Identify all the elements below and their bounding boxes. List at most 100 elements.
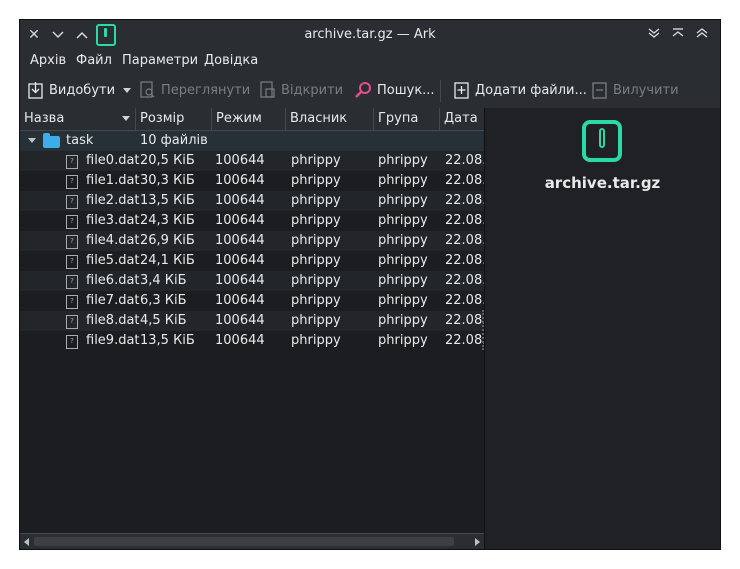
file-name: file5.dat (86, 253, 140, 268)
file-date: 22.08.2 (445, 213, 484, 228)
window-title: archive.tar.gz — Ark (304, 27, 436, 42)
preview-icon (140, 81, 156, 99)
file-size: 20,5 КіБ (140, 153, 195, 168)
file-owner: phrippy (291, 293, 341, 308)
file-date: 22.08.2 (445, 293, 484, 308)
remove-button[interactable]: Вилучити (592, 78, 679, 102)
scroll-left-icon[interactable] (24, 538, 29, 546)
column-date[interactable]: Дата (440, 108, 484, 130)
scroll-right-icon[interactable] (475, 538, 480, 546)
column-owner[interactable]: Власник (286, 108, 374, 130)
table-row[interactable]: ? file2.dat 13,5 КіБ 100644 phrippy phri… (20, 191, 484, 211)
table-row[interactable]: ? file3.dat 24,3 КіБ 100644 phrippy phri… (20, 211, 484, 231)
file-size: 4,5 КіБ (140, 313, 187, 328)
column-mode-label: Режим (216, 111, 262, 126)
file-name: file8.dat (86, 313, 140, 328)
file-icon: ? (66, 255, 78, 269)
extract-button[interactable]: Видобути (28, 78, 115, 102)
file-owner: phrippy (291, 333, 341, 348)
file-owner: phrippy (291, 193, 341, 208)
shade-icon[interactable] (692, 25, 712, 45)
column-date-label: Дата (444, 111, 478, 126)
add-files-button[interactable]: Додати файли... (454, 78, 587, 102)
open-button[interactable]: Відкрити (260, 78, 343, 102)
file-name: file0.dat (86, 153, 140, 168)
table-row[interactable]: ? file5.dat 24,1 КіБ 100644 phrippy phri… (20, 251, 484, 271)
file-icon: ? (66, 215, 78, 229)
file-icon: ? (66, 155, 78, 169)
file-group: phrippy (378, 173, 428, 188)
title-bar: archive.tar.gz — Ark ✕ (20, 20, 720, 50)
file-size: 13,5 КіБ (140, 333, 195, 348)
column-mode[interactable]: Режим (212, 108, 286, 130)
column-name[interactable]: Назва (20, 108, 136, 130)
file-name: file2.dat (86, 193, 140, 208)
preview-button[interactable]: Переглянути (140, 78, 250, 102)
file-date: 22.08.2 (445, 333, 484, 348)
file-name: file3.dat (86, 213, 140, 228)
add-file-icon (454, 81, 470, 99)
menu-file[interactable]: Файл (76, 53, 112, 68)
file-owner: phrippy (291, 213, 341, 228)
column-header: Назва Розмір Режим Власник Група Дата (20, 108, 484, 131)
table-row[interactable]: ? file6.dat 3,4 КіБ 100644 phrippy phrip… (20, 271, 484, 291)
minimize-icon[interactable] (48, 25, 68, 45)
maximize-icon[interactable] (72, 25, 92, 45)
file-owner: phrippy (291, 233, 341, 248)
file-name: file9.dat (86, 333, 140, 348)
archive-icon (582, 120, 622, 162)
toolbar: Видобути Переглянути Відкрити Пошук... Д… (20, 72, 720, 109)
file-group: phrippy (378, 333, 428, 348)
keep-below-icon[interactable] (644, 25, 664, 45)
file-icon: ? (66, 235, 78, 249)
keep-above-icon[interactable] (668, 25, 688, 45)
file-icon: ? (66, 335, 78, 349)
table-row[interactable]: ? file1.dat 30,3 КіБ 100644 phrippy phri… (20, 171, 484, 191)
file-name: file4.dat (86, 233, 140, 248)
open-label: Відкрити (281, 82, 344, 98)
find-button[interactable]: Пошук... (354, 78, 435, 102)
menu-settings[interactable]: Параметри (122, 53, 198, 68)
file-size: 6,3 КіБ (140, 293, 187, 308)
file-name: file6.dat (86, 273, 140, 288)
file-date: 22.08.2 (445, 153, 484, 168)
preview-label: Переглянути (161, 82, 251, 98)
file-group: phrippy (378, 153, 428, 168)
file-mode: 100644 (215, 153, 265, 168)
file-name: file1.dat (86, 173, 140, 188)
table-row[interactable]: ? file0.dat 20,5 КіБ 100644 phrippy phri… (20, 151, 484, 171)
file-owner: phrippy (291, 173, 341, 188)
table-row[interactable]: ? file4.dat 26,9 КіБ 100644 phrippy phri… (20, 231, 484, 251)
file-mode: 100644 (215, 333, 265, 348)
folder-name: task (66, 133, 94, 148)
file-mode: 100644 (215, 253, 265, 268)
scrollbar-thumb[interactable] (34, 537, 454, 546)
file-date: 22.08.2 (445, 193, 484, 208)
file-icon: ? (66, 295, 78, 309)
collapse-arrow-icon[interactable] (28, 138, 36, 143)
column-size[interactable]: Розмір (136, 108, 212, 130)
archive-tree-view[interactable]: Назва Розмір Режим Власник Група Дата ta… (20, 108, 484, 549)
menu-archive[interactable]: Архів (30, 53, 66, 68)
close-icon[interactable]: ✕ (24, 25, 44, 45)
file-mode: 100644 (215, 193, 265, 208)
file-mode: 100644 (215, 213, 265, 228)
file-name: file7.dat (86, 293, 140, 308)
table-row[interactable]: ? file9.dat 13,5 КіБ 100644 phrippy phri… (20, 331, 484, 351)
table-row[interactable]: ? file8.dat 4,5 КіБ 100644 phrippy phrip… (20, 311, 484, 331)
table-row[interactable]: ? file7.dat 6,3 КіБ 100644 phrippy phrip… (20, 291, 484, 311)
sort-arrow-icon (122, 116, 130, 121)
open-icon (260, 81, 276, 99)
file-date: 22.08.2 (445, 233, 484, 248)
menu-help[interactable]: Довідка (204, 53, 258, 68)
horizontal-scrollbar[interactable] (20, 533, 484, 549)
column-group[interactable]: Група (374, 108, 440, 130)
file-group: phrippy (378, 253, 428, 268)
file-date: 22.08.2 (445, 313, 484, 328)
file-icon: ? (66, 275, 78, 289)
folder-row[interactable]: task 10 файлів (20, 131, 484, 151)
extract-dropdown-arrow[interactable] (123, 88, 131, 93)
file-size: 13,5 КіБ (140, 193, 195, 208)
file-mode: 100644 (215, 273, 265, 288)
file-size: 30,3 КіБ (140, 173, 195, 188)
